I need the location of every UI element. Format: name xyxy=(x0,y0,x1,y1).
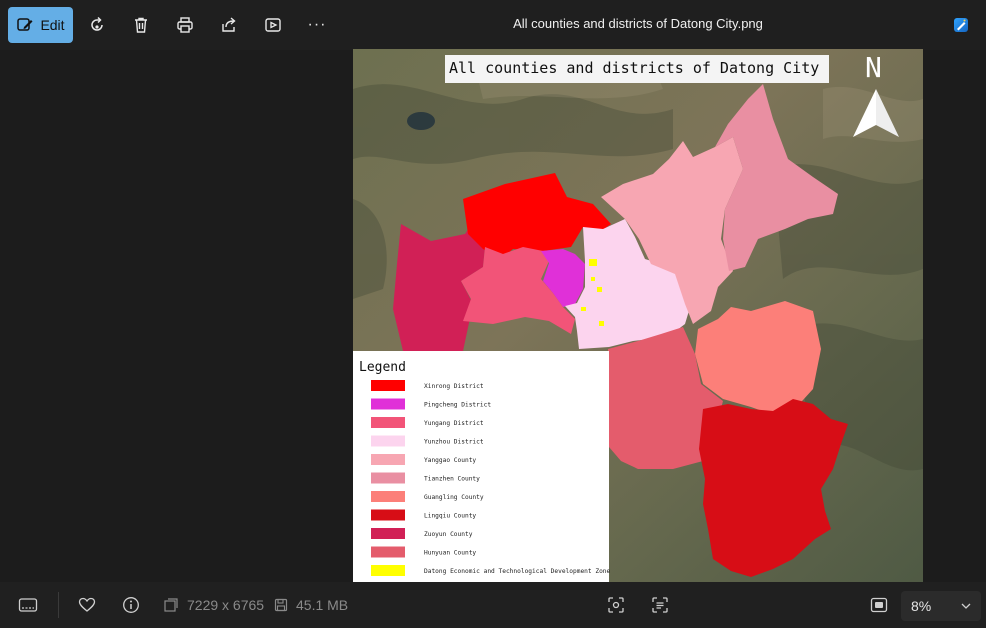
map-image: All counties and districts of Datong Cit… xyxy=(353,49,923,582)
save-disk-icon xyxy=(274,598,288,612)
edit-button-label: Edit xyxy=(40,17,65,33)
more-options-button[interactable]: ··· xyxy=(300,8,334,42)
legend-label: Lingqiu County xyxy=(424,513,476,520)
printer-icon xyxy=(177,17,193,33)
top-toolbar: Edit ··· All counties and districts of D… xyxy=(0,0,986,50)
bottom-status-bar: 7229 x 6765 45.1 MB 8% xyxy=(0,582,986,628)
image-dimensions: 7229 x 6765 xyxy=(187,597,265,613)
play-icon xyxy=(265,18,281,32)
visual-search-icon xyxy=(608,597,624,613)
legend-label: Xinrong District xyxy=(424,383,484,390)
fit-to-window-button[interactable] xyxy=(870,582,888,628)
legend-swatch xyxy=(371,380,405,391)
slideshow-button[interactable] xyxy=(256,8,290,42)
designer-icon xyxy=(954,18,968,32)
rotate-icon xyxy=(91,16,103,31)
edit-image-icon xyxy=(17,18,33,31)
text-scan-button[interactable] xyxy=(651,582,669,628)
delete-button[interactable] xyxy=(124,8,158,42)
favorite-button[interactable] xyxy=(78,582,96,628)
legend-label: Yanggao County xyxy=(424,457,476,464)
legend-swatch xyxy=(371,435,405,447)
heart-icon xyxy=(78,597,96,612)
chevron-down-icon xyxy=(961,603,971,609)
legend-label: Yunzhou District xyxy=(424,439,484,446)
info-button[interactable] xyxy=(122,582,140,628)
legend-label: Zuoyun County xyxy=(424,531,473,538)
filmstrip-icon xyxy=(18,598,38,612)
share-button[interactable] xyxy=(212,8,246,42)
legend-swatch xyxy=(371,491,405,502)
legend-swatch xyxy=(371,417,405,428)
rotate-button[interactable] xyxy=(80,8,114,42)
map-title: All counties and districts of Datong Cit… xyxy=(449,59,819,77)
visual-search-button[interactable] xyxy=(607,582,625,628)
info-icon xyxy=(123,597,139,613)
designer-button[interactable] xyxy=(944,8,978,42)
legend-label: Pingcheng District xyxy=(424,402,491,409)
dimensions-info: 7229 x 6765 xyxy=(163,582,264,628)
filesize-info: 45.1 MB xyxy=(274,582,348,628)
zoom-dropdown[interactable]: 8% xyxy=(901,591,981,621)
legend-label: Yungang District xyxy=(424,420,484,427)
legend-swatch xyxy=(371,528,405,539)
legend-label: Datong Economic and Technological Develo… xyxy=(424,568,611,575)
legend-label: Hunyuan County xyxy=(424,550,476,557)
file-title: All counties and districts of Datong Cit… xyxy=(513,16,763,31)
edit-button[interactable]: Edit xyxy=(8,7,73,43)
legend-swatch xyxy=(371,472,405,484)
legend-swatch xyxy=(371,546,405,558)
print-button[interactable] xyxy=(168,8,202,42)
trash-icon xyxy=(135,17,147,33)
fit-window-icon xyxy=(870,597,888,613)
filmstrip-button[interactable] xyxy=(18,582,38,628)
file-size: 45.1 MB xyxy=(296,597,349,613)
legend-label: Guangling County xyxy=(424,494,484,501)
legend-swatch xyxy=(371,509,405,521)
more-icon: ··· xyxy=(307,16,327,33)
image-size-icon xyxy=(164,598,178,612)
legend-title: Legend xyxy=(359,360,406,375)
north-label: N xyxy=(865,51,882,84)
zoom-level: 8% xyxy=(911,598,932,614)
legend-swatch xyxy=(371,398,405,410)
legend-swatch xyxy=(371,454,405,465)
status-divider xyxy=(58,592,59,618)
text-scan-icon xyxy=(652,597,668,613)
legend-swatch xyxy=(371,565,405,576)
legend-label: Tianzhen County xyxy=(424,476,480,483)
share-icon xyxy=(222,17,236,32)
